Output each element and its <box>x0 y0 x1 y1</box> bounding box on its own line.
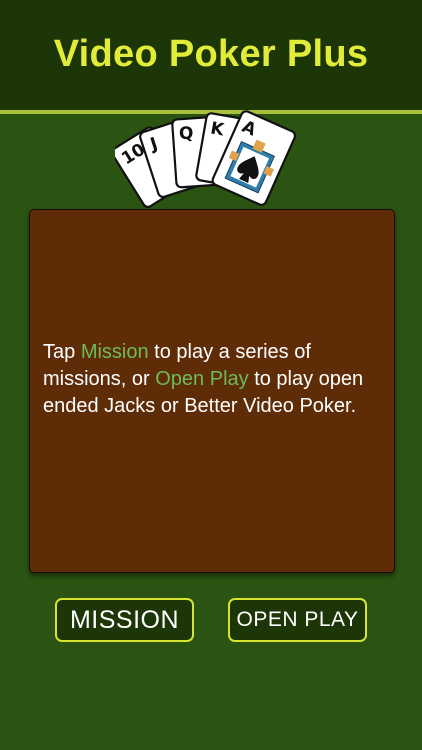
app-title: Video Poker Plus <box>53 33 369 75</box>
card-rank-q: Q <box>178 123 194 144</box>
header-bar: Video Poker Plus <box>0 0 422 110</box>
open-play-button[interactable]: OPEN PLAY <box>228 598 367 642</box>
info-panel: Tap Mission to play a series of missions… <box>29 209 395 573</box>
instructions-part1: Tap <box>43 341 81 363</box>
playing-cards-logo: 10 J Q K A <box>115 110 297 208</box>
mission-button[interactable]: MISSION <box>55 598 194 642</box>
instructions-text: Tap Mission to play a series of missions… <box>43 339 383 420</box>
mission-highlight: Mission <box>80 341 149 363</box>
open-play-highlight: Open Play <box>155 368 249 390</box>
